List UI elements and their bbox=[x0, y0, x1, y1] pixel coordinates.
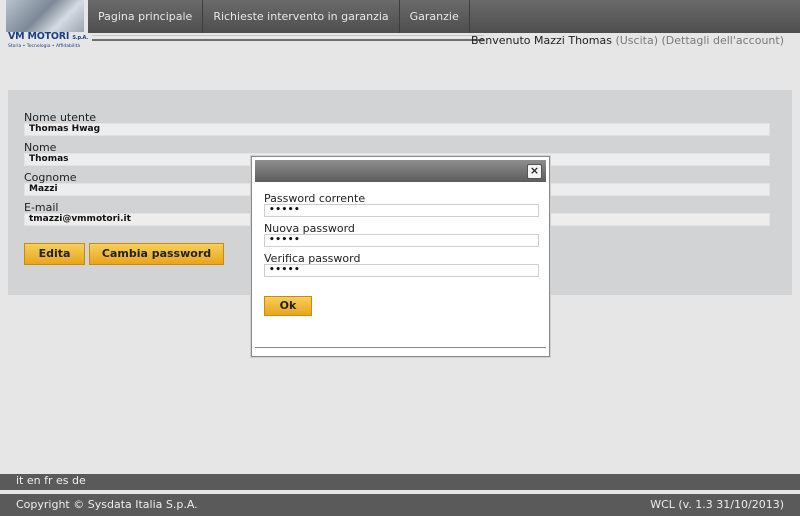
lang-link-es[interactable]: es bbox=[56, 474, 69, 487]
lang-link-en[interactable]: en bbox=[27, 474, 41, 487]
edit-button[interactable]: Edita bbox=[24, 243, 85, 265]
new-password-field[interactable]: ••••• bbox=[264, 234, 539, 247]
lang-link-fr[interactable]: fr bbox=[44, 474, 52, 487]
header-divider bbox=[92, 39, 484, 41]
lang-link-de[interactable]: de bbox=[72, 474, 86, 487]
verify-password-field[interactable]: ••••• bbox=[264, 264, 539, 277]
nav-item-home[interactable]: Pagina principale bbox=[88, 0, 204, 33]
dialog-titlebar[interactable]: × bbox=[255, 160, 546, 182]
nav-item-warranties[interactable]: Garanzie bbox=[400, 0, 470, 33]
logo-tagline: Storia • Tecnologia • Affidabilità bbox=[8, 44, 81, 49]
welcome-text: Benvenuto Mazzi Thomas bbox=[470, 34, 612, 47]
logout-link[interactable]: (Uscita) bbox=[615, 34, 658, 47]
welcome-bar: Benvenuto Mazzi Thomas (Uscita) (Dettagl… bbox=[471, 34, 784, 47]
lang-link-it[interactable]: it bbox=[16, 474, 23, 487]
footer: Copyright © Sysdata Italia S.p.A. WCL (v… bbox=[0, 494, 800, 516]
logo-brand-text: VM MOTORI S.p.A. bbox=[8, 31, 89, 42]
dialog-bottom-divider bbox=[255, 347, 546, 348]
engine-image bbox=[6, 0, 84, 32]
nav-item-warranty-requests[interactable]: Richieste intervento in garanzia bbox=[203, 0, 400, 33]
close-icon[interactable]: × bbox=[527, 164, 542, 179]
username-value: Thomas Hwag bbox=[24, 123, 770, 136]
change-password-dialog: × Password corrente ••••• Nuova password… bbox=[251, 156, 550, 357]
header-divider-light bbox=[92, 35, 484, 36]
language-bar: it en fr es de bbox=[0, 474, 800, 490]
change-password-button[interactable]: Cambia password bbox=[89, 243, 224, 265]
ok-button[interactable]: Ok bbox=[264, 296, 312, 316]
current-password-field[interactable]: ••••• bbox=[264, 204, 539, 217]
copyright-text: Copyright © Sysdata Italia S.p.A. bbox=[16, 498, 198, 511]
vm-motori-logo[interactable]: VM MOTORI S.p.A. Storia • Tecnologia • A… bbox=[0, 0, 88, 52]
top-navigation: Pagina principale Richieste intervento i… bbox=[88, 0, 800, 33]
account-details-link[interactable]: (Dettagli dell'account) bbox=[662, 34, 785, 47]
version-text: WCL (v. 1.3 31/10/2013) bbox=[650, 498, 784, 511]
